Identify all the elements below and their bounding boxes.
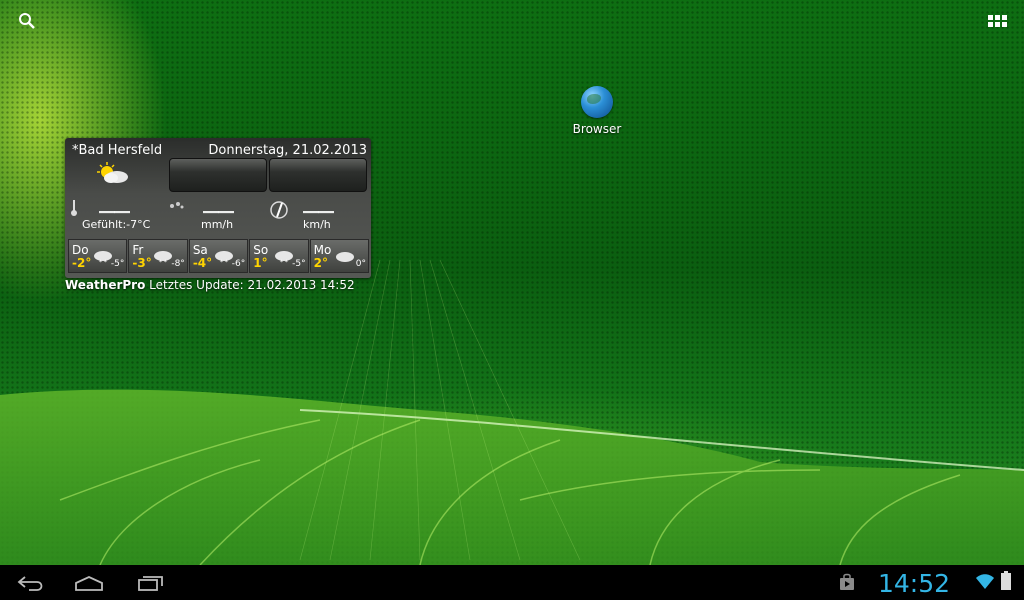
browser-shortcut[interactable]: Browser <box>560 86 634 148</box>
rain-drops-icon <box>170 202 184 209</box>
rain-unit: mm/h <box>201 218 234 231</box>
weather-date: Donnerstag, 21.02.2013 <box>208 143 367 158</box>
forecast-day-name: Mo <box>313 243 332 257</box>
current-temp-obscured: ── <box>99 200 131 218</box>
browser-globe-icon <box>581 86 613 118</box>
battery-icon[interactable] <box>1000 571 1012 591</box>
snow-cloud-icon: * * <box>214 251 233 264</box>
all-apps-icon[interactable] <box>984 10 1010 32</box>
weather-city: *Bad Hersfeld <box>72 143 163 158</box>
forecast-day: Do * * -2° -5° <box>68 239 128 273</box>
weather-brand: WeatherPro <box>65 278 146 292</box>
forecast-low: 0° <box>355 259 367 269</box>
svg-text:* *: * * <box>99 259 107 264</box>
weather-panel-2 <box>269 158 367 192</box>
wind-unit: km/h <box>303 218 331 231</box>
forecast-day-name: Fr <box>132 243 144 257</box>
weather-last-update: Letztes Update: 21.02.2013 14:52 <box>145 278 355 292</box>
snow-cloud-icon: * * <box>94 251 112 264</box>
forecast-day-name: Do <box>72 243 89 257</box>
forecast-day: Mo 2° 0° <box>309 239 370 273</box>
svg-text:* *: * * <box>280 259 288 264</box>
wind-compass-icon <box>270 201 288 219</box>
feels-like: Gefühlt:-7°C <box>82 218 151 231</box>
forecast-day: Sa * * -4° -6° <box>188 239 249 273</box>
forecast-high: -4° <box>192 256 213 270</box>
thermometer-icon <box>71 200 77 216</box>
forecast-low: -5° <box>110 259 125 269</box>
svg-text:* *: * * <box>220 259 228 264</box>
svg-text:* *: * * <box>159 259 167 264</box>
snow-cloud-icon: * * <box>154 251 173 264</box>
current-wind-obscured: ── <box>303 200 335 218</box>
forecast-low: -8° <box>171 259 185 269</box>
home-screen: Browser *Bad Hersfeld Donnerstag, 21.02.… <box>0 0 1024 600</box>
snow-cloud-icon: * * <box>275 251 294 264</box>
forecast-day-name: So <box>253 243 269 257</box>
forecast-high: -2° <box>72 256 92 270</box>
current-rain-obscured: ── <box>203 200 235 218</box>
forecast-high: 1° <box>253 256 268 270</box>
cloud-icon <box>335 252 354 262</box>
forecast-row: Do * * -2° -5° Fr * * -3° -8° Sa * * -4°… <box>68 239 370 273</box>
forecast-day-name: Sa <box>192 243 208 257</box>
recent-apps-icon[interactable] <box>134 571 168 595</box>
status-clock[interactable]: 14:52 <box>878 569 950 598</box>
forecast-day: So * * 1° -5° <box>249 239 309 273</box>
sun-cloud-icon <box>97 162 128 183</box>
weather-widget[interactable]: *Bad Hersfeld Donnerstag, 21.02.2013 ── … <box>65 138 371 278</box>
back-icon[interactable] <box>14 571 48 595</box>
forecast-low: -6° <box>231 259 246 269</box>
home-icon[interactable] <box>72 571 106 595</box>
forecast-day: Fr * * -3° -8° <box>128 239 188 273</box>
search-icon[interactable] <box>14 8 40 34</box>
forecast-low: -5° <box>292 259 306 269</box>
weather-panel-1 <box>169 158 267 192</box>
wifi-icon[interactable] <box>976 574 994 590</box>
forecast-high: -3° <box>132 256 152 270</box>
play-store-notification-icon[interactable] <box>838 573 856 591</box>
system-navigation-bar: 14:52 <box>0 565 1024 600</box>
weather-footer: WeatherPro Letztes Update: 21.02.2013 14… <box>65 278 355 292</box>
browser-label: Browser <box>572 122 622 136</box>
forecast-high: 2° <box>313 256 328 270</box>
